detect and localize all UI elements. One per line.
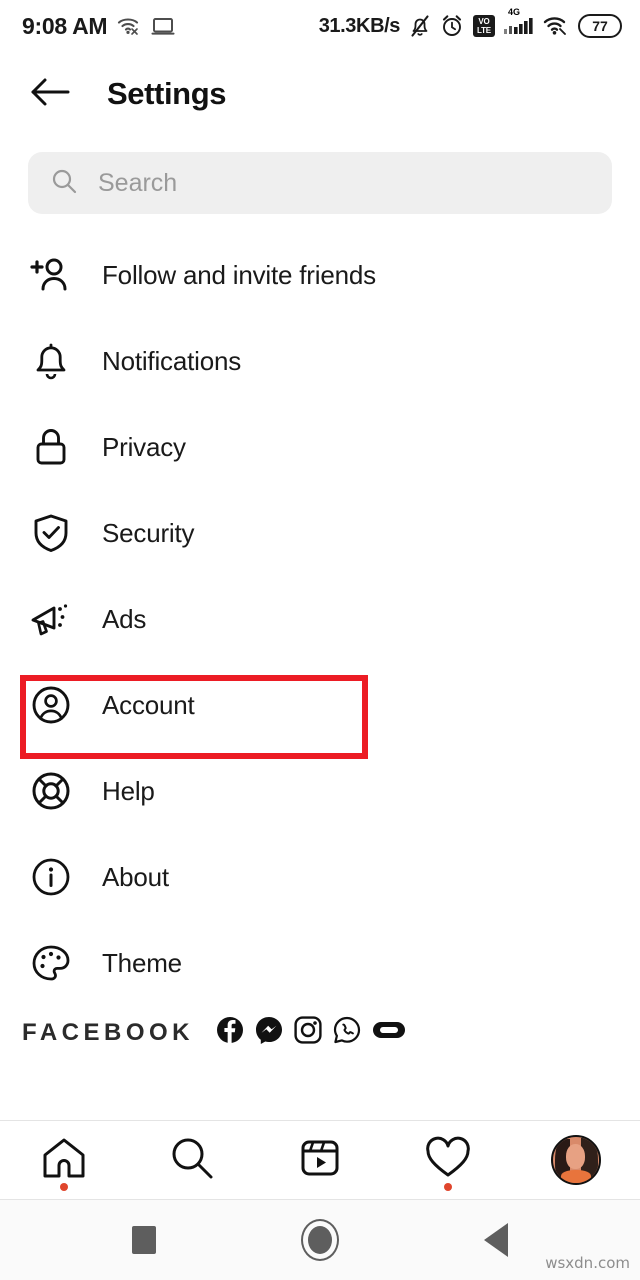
menu-item-theme[interactable]: Theme	[0, 920, 640, 1006]
person-circle-icon	[28, 682, 74, 728]
nav-activity-button[interactable]	[403, 1125, 493, 1195]
nav-search-button[interactable]	[147, 1125, 237, 1195]
home-icon	[40, 1136, 88, 1185]
home-badge-dot	[60, 1183, 68, 1191]
menu-item-security[interactable]: Security	[0, 490, 640, 576]
whatsapp-icon[interactable]	[333, 1016, 361, 1049]
menu-item-ads[interactable]: Ads	[0, 576, 640, 662]
menu-item-label: Help	[102, 775, 155, 806]
menu-item-follow-and-invite-friends[interactable]: Follow and invite friends	[0, 232, 640, 318]
back-triangle-icon	[484, 1223, 508, 1257]
volte-top-text: VO	[478, 17, 490, 26]
menu-item-label: Follow and invite friends	[102, 259, 376, 290]
menu-item-about[interactable]: About	[0, 834, 640, 920]
facebook-section: FACEBOOK	[0, 1006, 640, 1063]
nav-profile-button[interactable]	[531, 1125, 621, 1195]
facebook-app-icons	[216, 1016, 406, 1049]
status-bar: 9:08 AM 31.3KB/s VO LTE 4G 77	[0, 0, 640, 52]
menu-item-label: Security	[102, 517, 195, 548]
messenger-icon[interactable]	[255, 1016, 283, 1049]
recents-button[interactable]	[116, 1212, 172, 1268]
megaphone-icon	[28, 596, 74, 642]
volte-bottom-text: LTE	[477, 26, 491, 35]
settings-menu-list: Follow and invite friends Notifications …	[0, 232, 640, 1006]
network-speed: 31.3KB/s	[318, 14, 401, 37]
heart-icon	[424, 1136, 472, 1185]
menu-item-label: About	[102, 861, 169, 892]
activity-badge-dot	[444, 1183, 452, 1191]
menu-item-label: Account	[102, 689, 195, 720]
bell-muted-icon	[409, 14, 431, 38]
search-section: Search	[0, 136, 640, 214]
app-header: Settings	[0, 52, 640, 136]
menu-item-privacy[interactable]: Privacy	[0, 404, 640, 490]
search-icon	[169, 1135, 215, 1186]
nav-reels-button[interactable]	[275, 1125, 365, 1195]
cast-screen-icon	[151, 16, 175, 36]
palette-icon	[28, 940, 74, 986]
status-bar-left: 9:08 AM	[22, 13, 175, 40]
status-bar-right: 31.3KB/s VO LTE 4G 77	[318, 7, 622, 38]
system-home-button[interactable]	[292, 1212, 348, 1268]
status-time: 9:08 AM	[22, 12, 108, 39]
menu-item-account[interactable]: Account	[0, 662, 640, 748]
menu-item-label: Theme	[102, 947, 182, 978]
watermark: wsxdn.com	[545, 1254, 630, 1272]
home-circle-icon	[301, 1219, 339, 1261]
back-button[interactable]	[28, 71, 74, 117]
system-back-button[interactable]	[468, 1212, 524, 1268]
facebook-icon[interactable]	[216, 1016, 244, 1049]
android-system-nav: wsxdn.com	[0, 1200, 640, 1280]
signal-bars-icon: 4G	[504, 7, 534, 36]
recents-square-icon	[132, 1226, 156, 1254]
bottom-navigation-bar	[0, 1120, 640, 1200]
facebook-section-label: FACEBOOK	[22, 1018, 195, 1046]
battery-indicator: 77	[578, 14, 622, 38]
reels-icon	[297, 1135, 343, 1186]
add-person-icon	[28, 252, 74, 298]
search-placeholder: Search	[98, 168, 178, 197]
menu-item-label: Privacy	[102, 431, 186, 462]
menu-item-label: Notifications	[102, 345, 242, 376]
lock-icon	[28, 424, 74, 470]
menu-item-label: Ads	[102, 603, 147, 634]
avatar-face	[566, 1144, 585, 1169]
life-ring-icon	[28, 768, 74, 814]
search-icon	[50, 167, 78, 200]
menu-item-help[interactable]: Help	[0, 748, 640, 834]
avatar-body	[561, 1170, 591, 1183]
menu-item-notifications[interactable]: Notifications	[0, 318, 640, 404]
instagram-icon[interactable]	[294, 1016, 322, 1049]
volte-icon: VO LTE	[473, 15, 495, 37]
wifi-calling-icon	[117, 16, 141, 36]
back-arrow-icon	[30, 77, 72, 112]
profile-avatar	[551, 1135, 601, 1185]
bell-icon	[28, 338, 74, 384]
portal-icon[interactable]	[372, 1019, 406, 1046]
page-title: Settings	[107, 76, 227, 111]
signal-generation-label: 4G	[508, 7, 521, 17]
nav-home-button[interactable]	[19, 1125, 109, 1195]
alarm-clock-icon	[440, 14, 464, 38]
wifi-icon	[543, 15, 569, 37]
shield-check-icon	[28, 510, 74, 556]
info-circle-icon	[28, 854, 74, 900]
search-input[interactable]: Search	[28, 152, 612, 214]
battery-level-text: 77	[592, 18, 608, 34]
